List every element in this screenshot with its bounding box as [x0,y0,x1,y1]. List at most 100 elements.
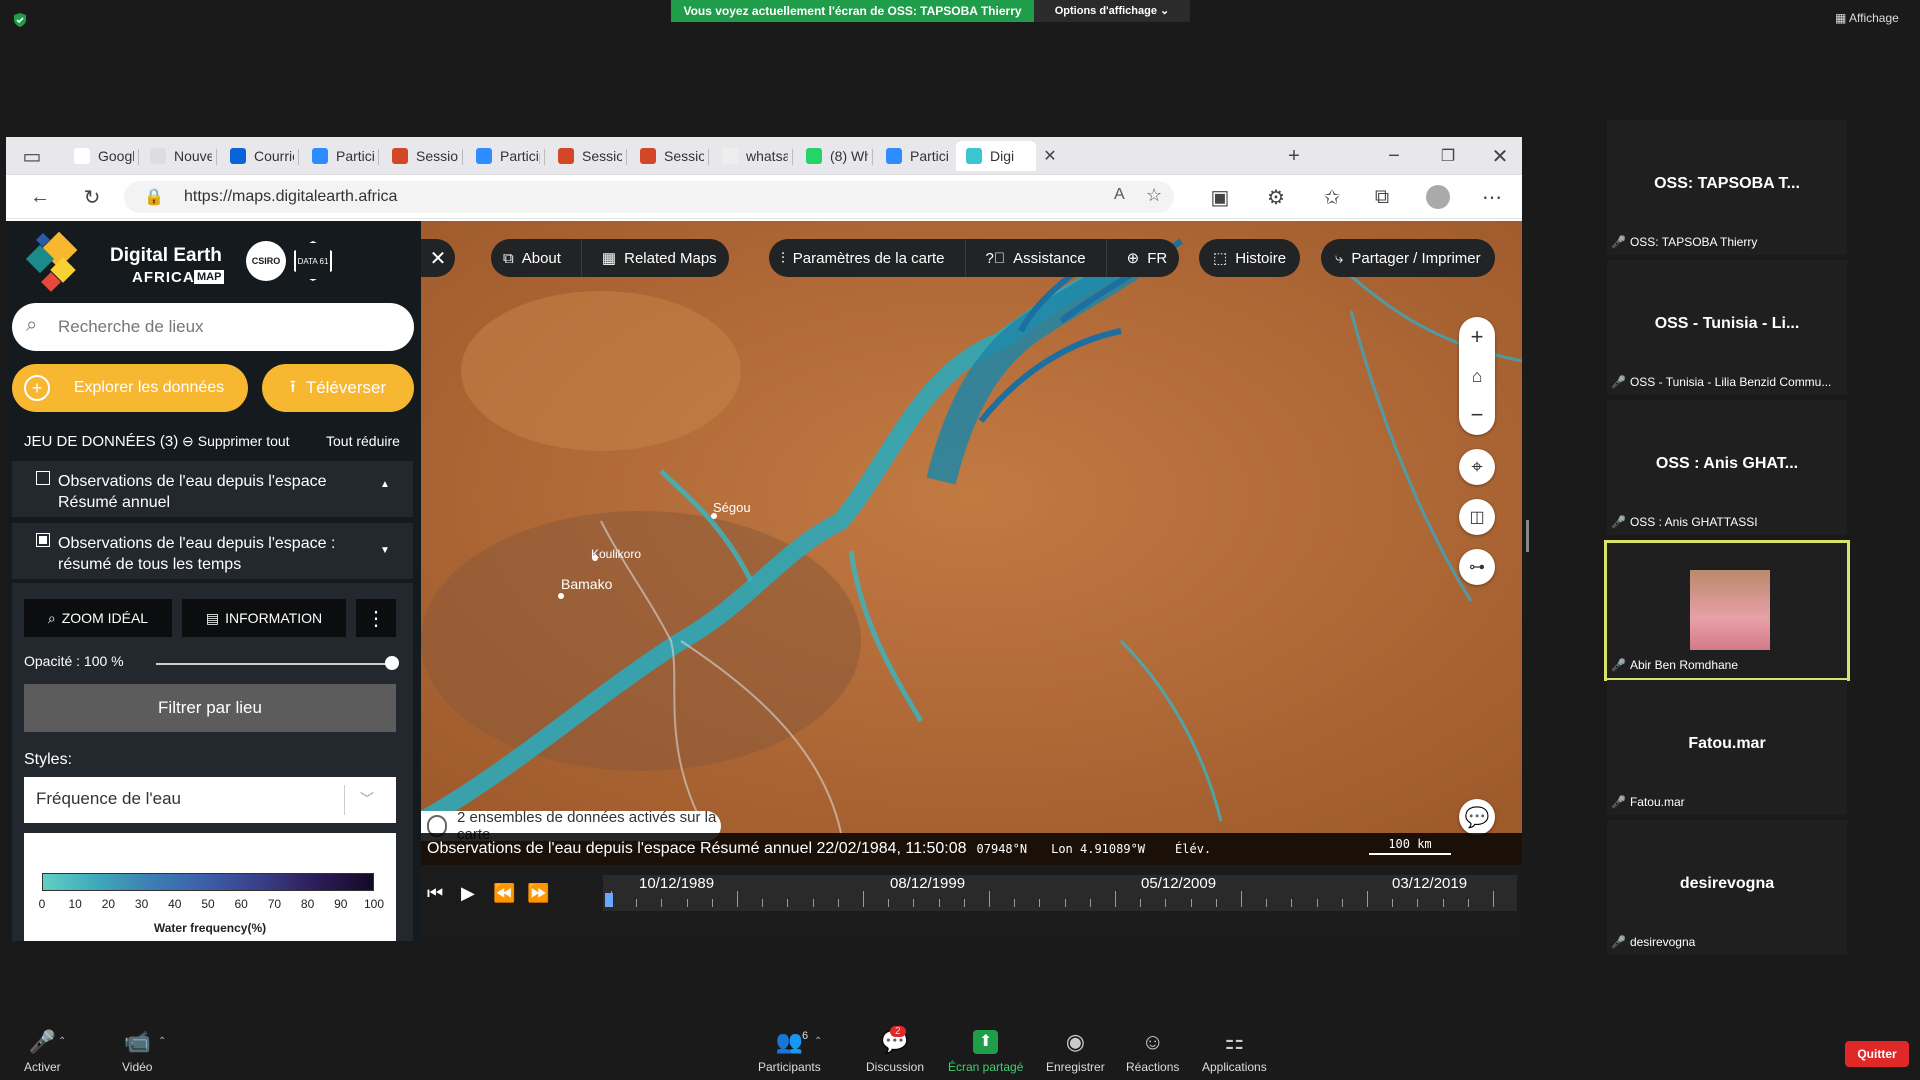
browser-tab[interactable]: (8) What [796,141,868,171]
explore-data-button[interactable]: + Explorer les données [12,364,248,412]
new-tab-icon[interactable]: + [1282,144,1306,168]
fast-forward-icon[interactable]: ⏩ [527,883,549,904]
related-maps-button[interactable]: ▦ Related Maps [590,249,729,268]
favorite-add-icon[interactable]: ☆ [1146,185,1162,206]
participant-tile[interactable]: 🎤 Abir Ben Romdhane [1604,540,1850,681]
map-settings-button[interactable]: ⫶ Paramètres de la carte [769,250,957,267]
ideal-zoom-label: ZOOM IDÉAL [61,610,149,626]
minimize-icon[interactable]: − [1382,144,1406,168]
lock-icon: 🔒 [144,189,164,206]
video-off-button[interactable]: 📹 Vidéo [122,1030,152,1075]
dataset-item-annual[interactable]: Observations de l'eau depuis l'espace Ré… [12,461,413,517]
participant-tile[interactable]: desirevogna 🎤 desirevogna [1607,820,1847,955]
ideal-zoom-button[interactable]: ⌕ ZOOM IDÉAL [24,599,172,637]
more-options-icon[interactable]: ⋮ [356,599,396,637]
participant-tile[interactable]: Fatou.mar 🎤 Fatou.mar [1607,680,1847,815]
record-button[interactable]: ◉ Enregistrer [1046,1030,1105,1075]
view-options-button[interactable]: Options d'affichage ⌄ [1034,0,1190,22]
timeline-cursor[interactable] [605,893,613,907]
browser-tab[interactable]: Digi [956,141,1036,171]
panel-resize-handle[interactable] [1526,520,1529,552]
timeline-track[interactable]: 10/12/1989 08/12/1999 05/12/2009 03/12/2019 [603,875,1517,911]
remove-all-button[interactable]: ⊖ Supprimer tout [182,433,290,450]
dataset-item-alltime[interactable]: Observations de l'eau depuis l'espace : … [12,523,413,579]
close-window-icon[interactable]: ✕ [1488,144,1512,168]
favorites-icon[interactable]: ✩ [1320,185,1344,209]
rewind-icon[interactable]: ⏪ [493,883,515,904]
browser-tab[interactable]: Courrier [220,141,294,171]
about-button[interactable]: ⧉ About [491,250,573,267]
locate-icon[interactable]: ⌖ [1459,449,1495,485]
dataset-checkbox[interactable] [36,533,50,547]
feedback-icon[interactable]: 💬 [1459,799,1495,835]
zoom-out-icon[interactable]: − [1459,397,1495,433]
map-view[interactable]: Ségou Koulikoro Bamako ✕ ⧉ About ▦ Related… [421,221,1522,941]
slider-thumb[interactable] [385,656,399,670]
browser-tab[interactable]: Session 4 [548,141,622,171]
participant-tile[interactable]: OSS : Anis GHAT... 🎤 OSS : Anis GHATTASSI [1607,400,1847,535]
chevron-up-icon[interactable]: ⌃ [58,1036,66,1047]
browser-tab[interactable]: Participa [466,141,540,171]
assistance-button[interactable]: ?⃝ Assistance [974,250,1098,267]
participants-button[interactable]: 👥 6 Participants [758,1030,821,1075]
tab-actions-icon[interactable]: ▭ [20,144,44,168]
location-search-input[interactable]: ⌕ Recherche de lieux [12,303,414,351]
play-icon[interactable]: ▶ [461,883,475,904]
profile-avatar[interactable] [1426,185,1450,209]
quit-button[interactable]: Quitter [1845,1041,1909,1067]
participant-tile[interactable]: OSS: TAPSOBA T... 🎤 OSS: TAPSOBA Thierry [1607,120,1847,255]
dataset-checkbox[interactable] [36,471,50,485]
mic-off-button[interactable]: 🎤 Activer [24,1030,61,1075]
story-icon: ⬚ [1213,250,1228,267]
language-button[interactable]: ⊕ FR [1115,249,1180,268]
restore-icon[interactable]: ❐ [1436,144,1460,168]
opacity-slider[interactable] [156,656,399,670]
browser-tab[interactable]: Participa [876,141,948,171]
browser-tab[interactable]: whatsapp [712,141,788,171]
legend-title: Water frequency(%) [153,921,267,935]
browser-tab[interactable]: Participa [302,141,374,171]
upload-button[interactable]: ⭱ Téléverser [262,364,414,412]
collapse-all-button[interactable]: Tout réduire [326,433,400,449]
browser-tab[interactable]: Google [64,141,134,171]
explore-data-label: Explorer les données [73,379,225,396]
participant-tile[interactable]: OSS - Tunisia - Li... 🎤 OSS - Tunisia - Li… [1607,260,1847,395]
timeline-tick [1165,899,1167,907]
apps-button[interactable]: ⚏ Applications [1202,1030,1267,1075]
view-toggle-button[interactable]: ▦ Affichage [1835,11,1899,25]
reactions-button[interactable]: ☺ Réactions [1126,1030,1179,1075]
browser-tab[interactable]: Session 4 [630,141,704,171]
collapse-arrow-icon[interactable]: ▲ [380,479,390,490]
back-icon[interactable]: ← [28,185,52,209]
reload-icon[interactable]: ↻ [80,185,104,209]
read-aloud-icon[interactable]: A [1114,186,1125,204]
expand-arrow-icon[interactable]: ▼ [380,545,390,556]
browser-tab[interactable]: Nouvel o [140,141,212,171]
url-text: https://maps.digitalearth.africa [184,188,398,205]
style-select[interactable]: Fréquence de l'eau ﹀ [24,777,396,823]
security-shield-icon [14,13,26,27]
map-marker[interactable] [558,593,564,599]
extensions-icon[interactable]: ⚙ [1264,185,1288,209]
chevron-up-icon[interactable]: ⌃ [814,1036,822,1047]
close-tab-icon[interactable]: ✕ [1038,144,1062,168]
information-button[interactable]: ▤ INFORMATION [182,599,346,637]
satellite-imagery[interactable]: Ségou Koulikoro Bamako [421,221,1522,833]
story-button[interactable]: ⬚ Histoire [1199,239,1301,277]
more-menu-icon[interactable]: ⋯ [1480,185,1504,209]
extension-badge-icon[interactable]: ▣ [1208,185,1232,209]
chevron-up-icon[interactable]: ⌃ [158,1036,166,1047]
zoom-in-icon[interactable]: + [1459,319,1495,355]
share-screen-button[interactable]: ⬆ Écran partagé [948,1030,1023,1074]
share-print-button[interactable]: ⤷ Partager / Imprimer [1321,239,1495,277]
filter-by-place-button[interactable]: Filtrer par lieu [24,684,396,732]
chat-button[interactable]: 💬 2 Discussion [866,1026,924,1074]
home-icon[interactable]: ⌂ [1459,358,1495,394]
skip-start-icon[interactable]: ⏮ [427,883,443,904]
collections-icon[interactable]: ⧉ [1370,185,1394,209]
url-field[interactable]: 🔒 https://maps.digitalearth.africa A ☆ [124,181,1174,213]
timeline-tick [1291,899,1293,907]
measure-icon[interactable]: ⊶ [1459,549,1495,585]
browser-tab[interactable]: Session 4 [382,141,458,171]
split-view-icon[interactable]: ◫ [1459,499,1495,535]
